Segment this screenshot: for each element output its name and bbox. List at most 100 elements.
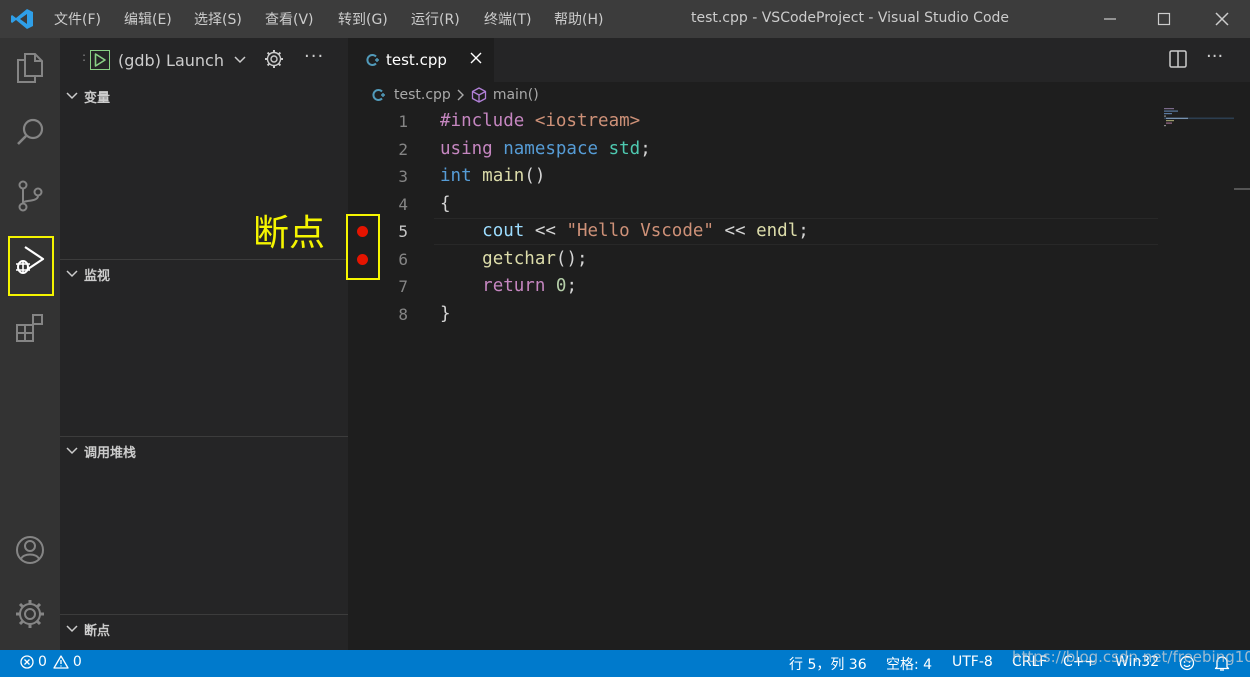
code-text: getchar(); xyxy=(440,248,588,269)
breakpoint-annotation: 断点 xyxy=(253,213,326,254)
code-line[interactable]: 4{ xyxy=(348,191,1158,219)
callstack-title: 调用堆栈 xyxy=(84,445,137,461)
activity-search[interactable] xyxy=(0,104,60,160)
debug-view-highlight-box xyxy=(8,236,54,296)
window-title: test.cpp - VSCodeProject - Visual Studio… xyxy=(690,10,1010,26)
code-token: namespace xyxy=(503,138,609,159)
indentation[interactable]: 空格: 4 xyxy=(886,654,932,674)
code-token: getchar xyxy=(482,248,556,269)
line-number: 8 xyxy=(398,304,408,324)
maximize-icon xyxy=(1157,12,1171,26)
code-line[interactable]: 5 cout << "Hello Vscode" << endl; xyxy=(348,218,1158,246)
launch-config-label: (gdb) Launch xyxy=(118,50,224,70)
account-icon xyxy=(16,536,44,564)
code-token: (); xyxy=(555,248,588,269)
callstack-section: 调用堆栈 xyxy=(60,437,348,465)
code-token: "Hello Vscode" xyxy=(566,221,725,241)
watch-header[interactable]: 监视 xyxy=(60,260,348,288)
code-token: ; xyxy=(798,221,809,241)
activity-extensions[interactable] xyxy=(0,300,60,356)
chevron-down-icon xyxy=(66,270,78,278)
breadcrumb-symbol[interactable]: main() xyxy=(493,87,539,103)
line-number: 1 xyxy=(398,112,408,131)
code-token: std xyxy=(608,138,641,159)
code-token: () xyxy=(524,166,546,186)
tab-label: test.cpp xyxy=(386,51,447,69)
watermark: https://blog.csdn.net/freebing101 xyxy=(1012,648,1250,666)
minimize-button[interactable] xyxy=(1082,0,1138,38)
code-text: #include <iostream> xyxy=(440,111,640,131)
breakpoints-header[interactable]: 断点 xyxy=(60,615,348,643)
error-count: 0 xyxy=(38,654,47,670)
breadcrumb: test.cpp main() xyxy=(372,85,539,105)
callstack-header[interactable]: 调用堆栈 xyxy=(60,437,348,465)
close-icon xyxy=(1215,12,1229,26)
split-editor-icon[interactable] xyxy=(1168,49,1188,69)
line-number: 3 xyxy=(398,167,408,186)
code-line[interactable]: 1 #include <iostream> xyxy=(348,108,1158,136)
chevron-down-icon xyxy=(66,92,78,100)
watch-title: 监视 xyxy=(84,268,111,284)
close-icon[interactable] xyxy=(468,50,484,66)
editor-more-actions-button[interactable]: ··· xyxy=(1206,46,1223,67)
code-text: return 0; xyxy=(440,276,577,296)
maximize-button[interactable] xyxy=(1136,0,1192,38)
open-launch-json-gear-icon[interactable] xyxy=(264,49,284,69)
warning-count: 0 xyxy=(72,654,82,670)
debug-sidebar: : (gdb) Launch ··· 变量 监视 调用堆栈 断点 xyxy=(60,38,348,650)
problems-indicator[interactable]: 0 0 xyxy=(20,654,82,670)
code-text: cout << "Hello Vscode" << endl; xyxy=(440,221,809,241)
close-window-button[interactable] xyxy=(1194,0,1250,38)
search-icon xyxy=(17,118,44,145)
code-line[interactable]: 8} xyxy=(348,301,1158,329)
toolbar-grip-icon: : xyxy=(82,50,87,64)
launch-config-select[interactable]: (gdb) Launch xyxy=(90,47,252,73)
minimap[interactable] xyxy=(1164,108,1234,128)
breadcrumb-file[interactable]: test.cpp xyxy=(394,87,451,103)
variables-section: 变量 xyxy=(60,82,348,110)
code-line[interactable]: 3 int main() xyxy=(348,163,1158,191)
code-text: { xyxy=(440,194,451,214)
variables-title: 变量 xyxy=(84,90,111,106)
code-token: #include xyxy=(440,111,535,131)
activity-source-control[interactable] xyxy=(0,168,60,224)
cursor-position[interactable]: 行 5，列 36 xyxy=(789,654,867,674)
source-control-icon xyxy=(18,180,43,212)
code-text: } xyxy=(440,304,451,324)
code-line[interactable]: 7 return 0; xyxy=(348,273,1158,301)
code-token: return xyxy=(482,276,556,296)
chevron-down-icon xyxy=(66,447,78,455)
variables-header[interactable]: 变量 xyxy=(60,82,348,110)
activity-manage[interactable] xyxy=(0,586,60,642)
cpp-file-icon xyxy=(366,54,379,66)
code-token: << xyxy=(534,221,567,241)
chevron-down-icon xyxy=(66,625,78,633)
tab-bar: test.cpp ··· xyxy=(348,38,1250,82)
start-debugging-button[interactable] xyxy=(90,50,110,70)
manage-gear-icon xyxy=(16,600,44,628)
cpp-file-icon xyxy=(372,89,385,101)
encoding[interactable]: UTF-8 xyxy=(952,654,993,670)
activity-explorer[interactable] xyxy=(0,40,60,96)
code-line[interactable]: 2 using namespace std; xyxy=(348,136,1158,164)
explorer-icon xyxy=(17,53,43,83)
breakpoints-title: 断点 xyxy=(84,623,111,639)
code-line[interactable]: 6 getchar(); xyxy=(348,246,1158,274)
code-token: using xyxy=(440,138,504,159)
minimize-icon xyxy=(1104,18,1116,20)
more-actions-button[interactable]: ··· xyxy=(304,46,324,67)
code-token: ; xyxy=(640,138,651,159)
activity-bar xyxy=(0,38,60,650)
code-token: <iostream> xyxy=(534,111,641,131)
breakpoints-section: 断点 xyxy=(60,615,348,643)
error-icon xyxy=(20,655,34,669)
tab-test-cpp[interactable]: test.cpp xyxy=(348,38,494,82)
scrollbar-cursor-marker xyxy=(1234,188,1250,190)
code-token: { xyxy=(440,193,451,214)
code-token: << xyxy=(724,221,757,241)
warning-icon xyxy=(53,655,69,669)
activity-accounts[interactable] xyxy=(0,522,60,578)
